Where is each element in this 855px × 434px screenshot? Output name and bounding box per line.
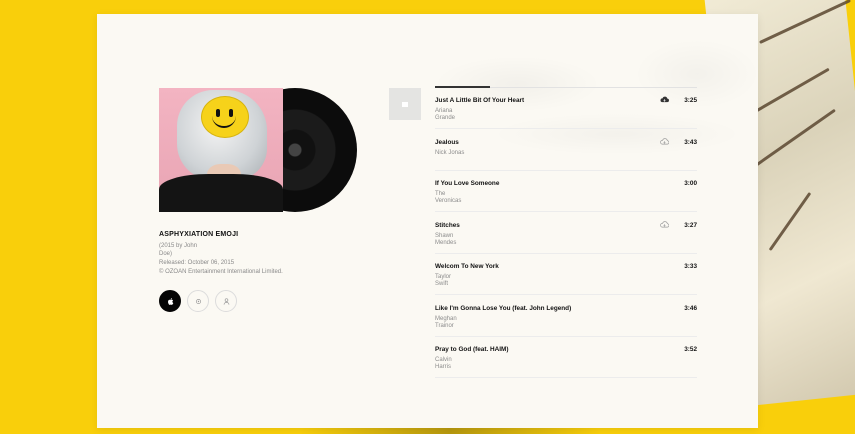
track-title: Stitches [435, 221, 460, 229]
album-cover-image [159, 88, 283, 212]
track-row[interactable]: Stitches Shawn Mendes 3:27 [435, 213, 697, 254]
now-playing-thumbnail[interactable] [389, 88, 421, 120]
track-title: Jealous [435, 138, 459, 146]
track-row[interactable]: Just A Little Bit Of Your Heart Ariana Gr… [435, 88, 697, 129]
smiley-face-image [201, 96, 249, 138]
track-row[interactable]: Welcom To New York Taylor Swift 3:33 [435, 254, 697, 295]
user-icon [223, 297, 229, 305]
album-title: ASPHYXIATION EMOJI [159, 231, 239, 238]
track-row[interactable]: Pray to God (feat. HAIM) Calvin Harris 3:5… [435, 337, 697, 378]
track-artist: Shawn Mendes [435, 232, 457, 246]
track-artist: Taylor Swift [435, 274, 452, 288]
track-title: If You Love Someone [435, 180, 500, 187]
track-row[interactable]: If You Love Someone The Veronicas 3:00 [435, 171, 697, 212]
track-artist: Nick Jonas [435, 149, 465, 156]
track-row[interactable]: Like I'm Gonna Lose You (feat. John Lege… [435, 296, 697, 337]
music-player-card: ASPHYXIATION EMOJI (2015 by John Doe) Re… [97, 14, 758, 428]
track-duration: 3:25 [684, 97, 697, 104]
track-duration: 3:52 [684, 346, 697, 353]
cloud-download-icon[interactable] [660, 220, 669, 228]
album-copyright: © OZOAN Entertainment International Limi… [159, 269, 283, 275]
gear-icon [195, 298, 201, 304]
track-artist: Ariana Grande [435, 108, 456, 122]
apple-icon [167, 297, 173, 305]
album-artwork [159, 88, 357, 212]
cloud-download-icon[interactable] [660, 96, 669, 103]
track-title: Pray to God (feat. HAIM) [435, 346, 509, 353]
settings-button[interactable] [187, 290, 209, 312]
track-duration: 3:27 [684, 221, 697, 229]
track-title: Like I'm Gonna Lose You (feat. John Lege… [435, 304, 572, 312]
track-duration: 3:33 [684, 263, 697, 270]
track-duration: 3:43 [684, 138, 697, 146]
album-credit: (2015 by John Doe) [159, 243, 198, 257]
track-title: Welcom To New York [435, 263, 499, 270]
cloud-download-icon[interactable] [660, 137, 669, 145]
track-row[interactable]: Jealous Nick Jonas 3:43 [435, 130, 697, 171]
track-duration: 3:46 [684, 304, 697, 312]
album-release-date: Released: October 06, 2015 [159, 260, 235, 266]
track-artist: The Veronicas [435, 191, 462, 205]
apple-music-button[interactable] [159, 290, 181, 312]
user-profile-button[interactable] [215, 290, 237, 312]
track-artist: Meghan Trainor [435, 315, 457, 329]
image-placeholder-icon [402, 101, 408, 107]
track-title: Just A Little Bit Of Your Heart [435, 97, 525, 104]
track-duration: 3:00 [684, 180, 697, 187]
track-artist: Calvin Harris [435, 357, 452, 371]
